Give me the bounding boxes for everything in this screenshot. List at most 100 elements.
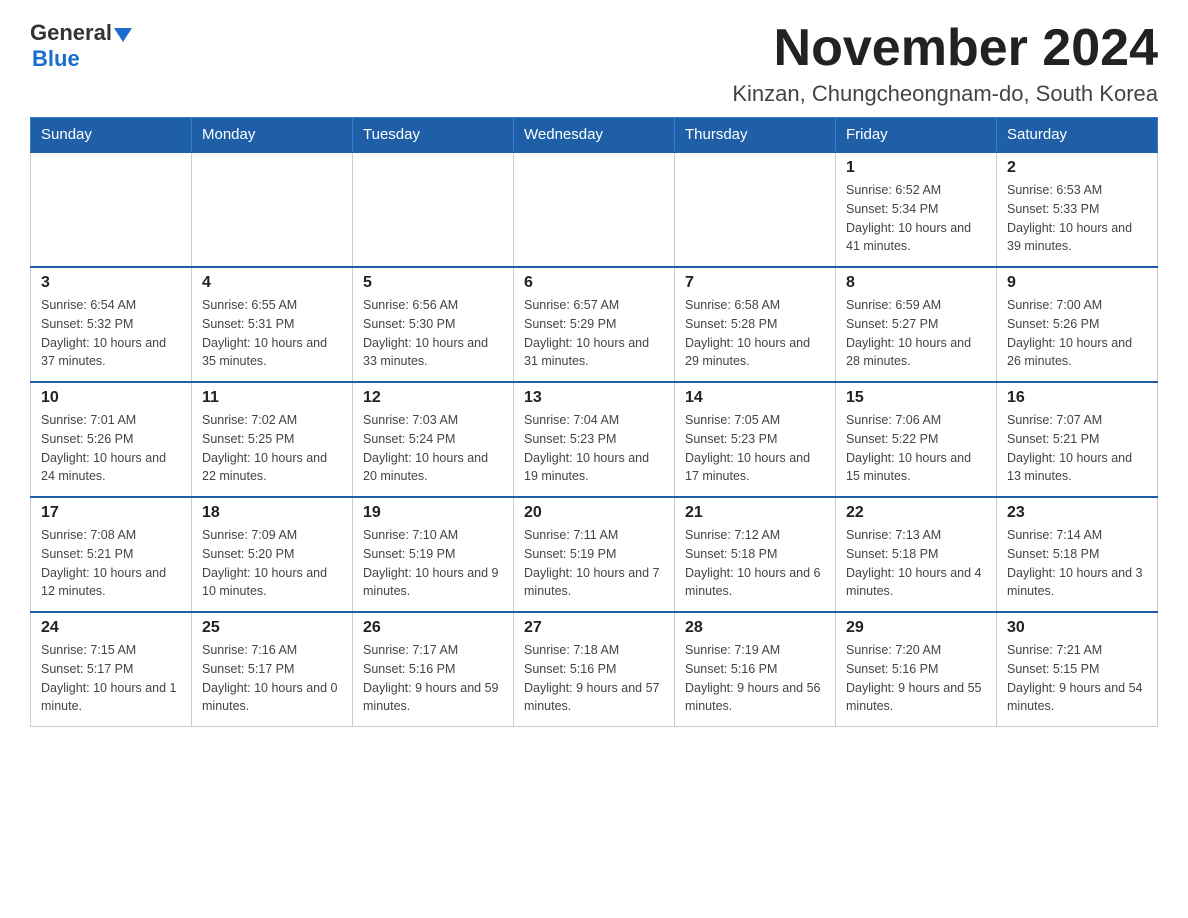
day-info: Sunrise: 7:14 AM Sunset: 5:18 PM Dayligh… <box>1007 526 1147 601</box>
day-info: Sunrise: 7:17 AM Sunset: 5:16 PM Dayligh… <box>363 641 503 716</box>
calendar-cell: 29 Sunrise: 7:20 AM Sunset: 5:16 PM Dayli… <box>836 612 997 727</box>
logo-general-text: General <box>30 20 112 46</box>
calendar-cell: 8 Sunrise: 6:59 AM Sunset: 5:27 PM Daylig… <box>836 267 997 382</box>
calendar-cell: 6 Sunrise: 6:57 AM Sunset: 5:29 PM Daylig… <box>514 267 675 382</box>
day-info: Sunrise: 6:59 AM Sunset: 5:27 PM Dayligh… <box>846 296 986 371</box>
day-info: Sunrise: 7:19 AM Sunset: 5:16 PM Dayligh… <box>685 641 825 716</box>
day-info: Sunrise: 7:20 AM Sunset: 5:16 PM Dayligh… <box>846 641 986 716</box>
calendar-week-row: 3Sunrise: 6:54 AM Sunset: 5:32 PM Daylig… <box>31 267 1158 382</box>
calendar-cell: 12 Sunrise: 7:03 AM Sunset: 5:24 PM Dayli… <box>353 382 514 497</box>
day-number: 22 <box>846 504 986 522</box>
calendar-cell <box>675 152 836 267</box>
day-info: Sunrise: 7:08 AM Sunset: 5:21 PM Dayligh… <box>41 526 181 601</box>
day-info: Sunrise: 7:03 AM Sunset: 5:24 PM Dayligh… <box>363 411 503 486</box>
day-info: Sunrise: 6:58 AM Sunset: 5:28 PM Dayligh… <box>685 296 825 371</box>
calendar-week-row: 17 Sunrise: 7:08 AM Sunset: 5:21 PM Dayli… <box>31 497 1158 612</box>
calendar-cell: 24Sunrise: 7:15 AM Sunset: 5:17 PM Dayli… <box>31 612 192 727</box>
day-info: Sunrise: 7:04 AM Sunset: 5:23 PM Dayligh… <box>524 411 664 486</box>
day-number: 28 <box>685 619 825 637</box>
day-number: 5 <box>363 274 503 292</box>
day-info: Sunrise: 7:12 AM Sunset: 5:18 PM Dayligh… <box>685 526 825 601</box>
day-number: 6 <box>524 274 664 292</box>
day-info: Sunrise: 7:18 AM Sunset: 5:16 PM Dayligh… <box>524 641 664 716</box>
calendar-week-row: 10Sunrise: 7:01 AM Sunset: 5:26 PM Dayli… <box>31 382 1158 497</box>
calendar-cell: 11 Sunrise: 7:02 AM Sunset: 5:25 PM Dayli… <box>192 382 353 497</box>
day-info: Sunrise: 7:00 AM Sunset: 5:26 PM Dayligh… <box>1007 296 1147 371</box>
calendar-cell: 1 Sunrise: 6:52 AM Sunset: 5:34 PM Daylig… <box>836 152 997 267</box>
calendar-cell: 10Sunrise: 7:01 AM Sunset: 5:26 PM Dayli… <box>31 382 192 497</box>
calendar-cell: 28 Sunrise: 7:19 AM Sunset: 5:16 PM Dayli… <box>675 612 836 727</box>
calendar-cell: 22Sunrise: 7:13 AM Sunset: 5:18 PM Dayli… <box>836 497 997 612</box>
location-title: Kinzan, Chungcheongnam-do, South Korea <box>732 81 1158 107</box>
calendar-cell: 30Sunrise: 7:21 AM Sunset: 5:15 PM Dayli… <box>997 612 1158 727</box>
logo-blue-text: Blue <box>32 46 132 72</box>
calendar-cell: 27 Sunrise: 7:18 AM Sunset: 5:16 PM Dayli… <box>514 612 675 727</box>
calendar-day-header: Monday <box>192 118 353 153</box>
day-number: 2 <box>1007 159 1147 177</box>
day-number: 14 <box>685 389 825 407</box>
day-number: 7 <box>685 274 825 292</box>
calendar-day-header: Tuesday <box>353 118 514 153</box>
calendar-cell <box>192 152 353 267</box>
day-info: Sunrise: 6:55 AM Sunset: 5:31 PM Dayligh… <box>202 296 342 371</box>
day-number: 16 <box>1007 389 1147 407</box>
day-info: Sunrise: 7:02 AM Sunset: 5:25 PM Dayligh… <box>202 411 342 486</box>
page-header: General Blue November 2024 Kinzan, Chung… <box>30 20 1158 107</box>
day-number: 8 <box>846 274 986 292</box>
month-title: November 2024 <box>732 20 1158 77</box>
calendar-cell <box>353 152 514 267</box>
day-number: 25 <box>202 619 342 637</box>
day-info: Sunrise: 6:57 AM Sunset: 5:29 PM Dayligh… <box>524 296 664 371</box>
day-number: 26 <box>363 619 503 637</box>
day-info: Sunrise: 7:10 AM Sunset: 5:19 PM Dayligh… <box>363 526 503 601</box>
calendar-cell: 4 Sunrise: 6:55 AM Sunset: 5:31 PM Daylig… <box>192 267 353 382</box>
calendar-cell: 21 Sunrise: 7:12 AM Sunset: 5:18 PM Dayli… <box>675 497 836 612</box>
day-info: Sunrise: 7:06 AM Sunset: 5:22 PM Dayligh… <box>846 411 986 486</box>
calendar-day-header: Wednesday <box>514 118 675 153</box>
day-number: 27 <box>524 619 664 637</box>
calendar-cell: 5 Sunrise: 6:56 AM Sunset: 5:30 PM Daylig… <box>353 267 514 382</box>
day-number: 18 <box>202 504 342 522</box>
day-number: 11 <box>202 389 342 407</box>
calendar-cell: 16 Sunrise: 7:07 AM Sunset: 5:21 PM Dayli… <box>997 382 1158 497</box>
calendar-day-header: Thursday <box>675 118 836 153</box>
day-number: 4 <box>202 274 342 292</box>
day-number: 12 <box>363 389 503 407</box>
day-info: Sunrise: 7:05 AM Sunset: 5:23 PM Dayligh… <box>685 411 825 486</box>
calendar-cell: 13 Sunrise: 7:04 AM Sunset: 5:23 PM Dayli… <box>514 382 675 497</box>
day-info: Sunrise: 7:07 AM Sunset: 5:21 PM Dayligh… <box>1007 411 1147 486</box>
calendar-cell: 17 Sunrise: 7:08 AM Sunset: 5:21 PM Dayli… <box>31 497 192 612</box>
day-info: Sunrise: 7:11 AM Sunset: 5:19 PM Dayligh… <box>524 526 664 601</box>
day-number: 24 <box>41 619 181 637</box>
logo-triangle-icon <box>114 28 132 42</box>
calendar-cell: 26 Sunrise: 7:17 AM Sunset: 5:16 PM Dayli… <box>353 612 514 727</box>
calendar-cell: 15 Sunrise: 7:06 AM Sunset: 5:22 PM Dayli… <box>836 382 997 497</box>
calendar-cell <box>514 152 675 267</box>
day-info: Sunrise: 7:21 AM Sunset: 5:15 PM Dayligh… <box>1007 641 1147 716</box>
day-number: 13 <box>524 389 664 407</box>
calendar-week-row: 24Sunrise: 7:15 AM Sunset: 5:17 PM Dayli… <box>31 612 1158 727</box>
day-number: 23 <box>1007 504 1147 522</box>
calendar-cell: 25 Sunrise: 7:16 AM Sunset: 5:17 PM Dayli… <box>192 612 353 727</box>
day-number: 19 <box>363 504 503 522</box>
calendar-cell: 23 Sunrise: 7:14 AM Sunset: 5:18 PM Dayli… <box>997 497 1158 612</box>
calendar-day-header: Saturday <box>997 118 1158 153</box>
day-number: 15 <box>846 389 986 407</box>
day-number: 29 <box>846 619 986 637</box>
day-number: 9 <box>1007 274 1147 292</box>
calendar-cell <box>31 152 192 267</box>
day-number: 1 <box>846 159 986 177</box>
calendar-table: SundayMondayTuesdayWednesdayThursdayFrid… <box>30 117 1158 727</box>
calendar-cell: 20Sunrise: 7:11 AM Sunset: 5:19 PM Dayli… <box>514 497 675 612</box>
calendar-cell: 14 Sunrise: 7:05 AM Sunset: 5:23 PM Dayli… <box>675 382 836 497</box>
day-info: Sunrise: 6:56 AM Sunset: 5:30 PM Dayligh… <box>363 296 503 371</box>
day-info: Sunrise: 7:16 AM Sunset: 5:17 PM Dayligh… <box>202 641 342 716</box>
calendar-cell: 19 Sunrise: 7:10 AM Sunset: 5:19 PM Dayli… <box>353 497 514 612</box>
day-number: 17 <box>41 504 181 522</box>
calendar-cell: 2 Sunrise: 6:53 AM Sunset: 5:33 PM Daylig… <box>997 152 1158 267</box>
day-info: Sunrise: 6:53 AM Sunset: 5:33 PM Dayligh… <box>1007 181 1147 256</box>
day-info: Sunrise: 6:52 AM Sunset: 5:34 PM Dayligh… <box>846 181 986 256</box>
day-info: Sunrise: 7:01 AM Sunset: 5:26 PM Dayligh… <box>41 411 181 486</box>
calendar-cell: 9 Sunrise: 7:00 AM Sunset: 5:26 PM Daylig… <box>997 267 1158 382</box>
day-number: 21 <box>685 504 825 522</box>
